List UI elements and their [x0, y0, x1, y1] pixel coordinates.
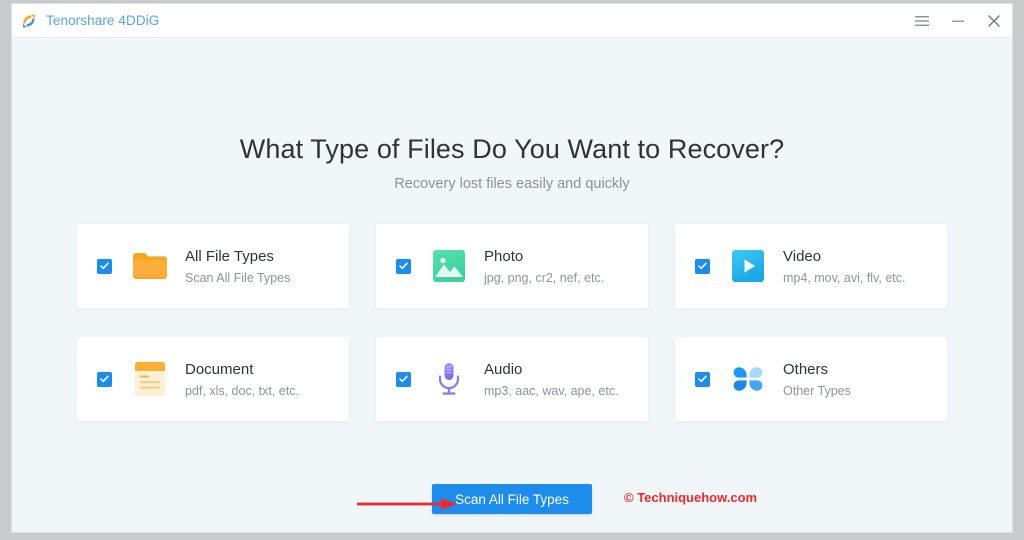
main-content: What Type of Files Do You Want to Recove… — [12, 38, 1012, 532]
card-text: Document pdf, xls, doc, txt, etc. — [185, 360, 299, 399]
checkbox-photo[interactable] — [396, 258, 411, 274]
page-subtitle: Recovery lost files easily and quickly — [394, 176, 630, 192]
checkbox-video[interactable] — [695, 258, 710, 274]
footer-area: Scan All File Types © Techniquehow.com — [12, 479, 1012, 519]
app-title: Tenorshare 4DDiG — [46, 13, 160, 28]
card-description: mp4, mov, avi, flv, etc. — [783, 270, 906, 285]
checkbox-others[interactable] — [695, 371, 710, 387]
card-title: Others — [783, 360, 829, 378]
tenorshare-4ddig-logo-icon — [20, 12, 38, 30]
card-text: Others Other Types — [783, 360, 851, 399]
photo-icon — [430, 247, 468, 285]
file-type-card-audio[interactable]: Audio mp3, aac, wav, ape, etc. — [375, 336, 649, 422]
card-title: Photo — [484, 247, 524, 265]
checkbox-all-file-types[interactable] — [97, 258, 112, 274]
card-text: Audio mp3, aac, wav, ape, etc. — [484, 360, 619, 399]
card-title: Audio — [484, 360, 523, 378]
application-window: Tenorshare 4DDiG What Type of Files Do Y… — [12, 4, 1012, 532]
folder-icon — [131, 247, 169, 285]
file-type-card-all-file-types[interactable]: All File Types Scan All File Types — [76, 223, 350, 309]
scan-all-file-types-button[interactable]: Scan All File Types — [432, 484, 592, 514]
card-description: Scan All File Types — [185, 270, 291, 285]
microphone-icon — [430, 360, 468, 398]
checkbox-document[interactable] — [97, 371, 112, 387]
card-description: jpg, png, cr2, nef, etc. — [484, 270, 605, 285]
file-type-card-others[interactable]: Others Other Types — [674, 336, 948, 422]
card-text: Photo jpg, png, cr2, nef, etc. — [484, 247, 604, 286]
page-title: What Type of Files Do You Want to Recove… — [239, 134, 785, 164]
four-petals-icon — [729, 360, 767, 398]
window-controls — [904, 4, 1012, 37]
card-description: Other Types — [783, 383, 851, 398]
card-description: pdf, xls, doc, txt, etc. — [185, 383, 299, 398]
card-description: mp3, aac, wav, ape, etc. — [484, 383, 619, 398]
card-title: Video — [783, 247, 822, 265]
heading-block: What Type of Files Do You Want to Recove… — [12, 134, 1012, 192]
watermark-text: © Techniquehow.com — [624, 490, 758, 505]
card-title: All File Types — [185, 247, 274, 265]
card-title: Document — [185, 360, 254, 378]
close-icon[interactable] — [976, 4, 1012, 38]
title-bar: Tenorshare 4DDiG — [12, 4, 1012, 38]
file-type-card-photo[interactable]: Photo jpg, png, cr2, nef, etc. — [375, 223, 649, 309]
hamburger-menu-icon[interactable] — [904, 4, 940, 38]
file-type-card-document[interactable]: Document pdf, xls, doc, txt, etc. — [76, 336, 350, 422]
document-icon — [131, 360, 169, 398]
video-play-icon — [729, 247, 767, 285]
card-text: All File Types Scan All File Types — [185, 247, 290, 286]
file-type-grid: All File Types Scan All File Types Photo… — [76, 223, 948, 422]
checkbox-audio[interactable] — [396, 371, 411, 387]
card-text: Video mp4, mov, avi, flv, etc. — [783, 247, 906, 286]
minimize-icon[interactable] — [940, 4, 976, 38]
file-type-card-video[interactable]: Video mp4, mov, avi, flv, etc. — [674, 223, 948, 309]
